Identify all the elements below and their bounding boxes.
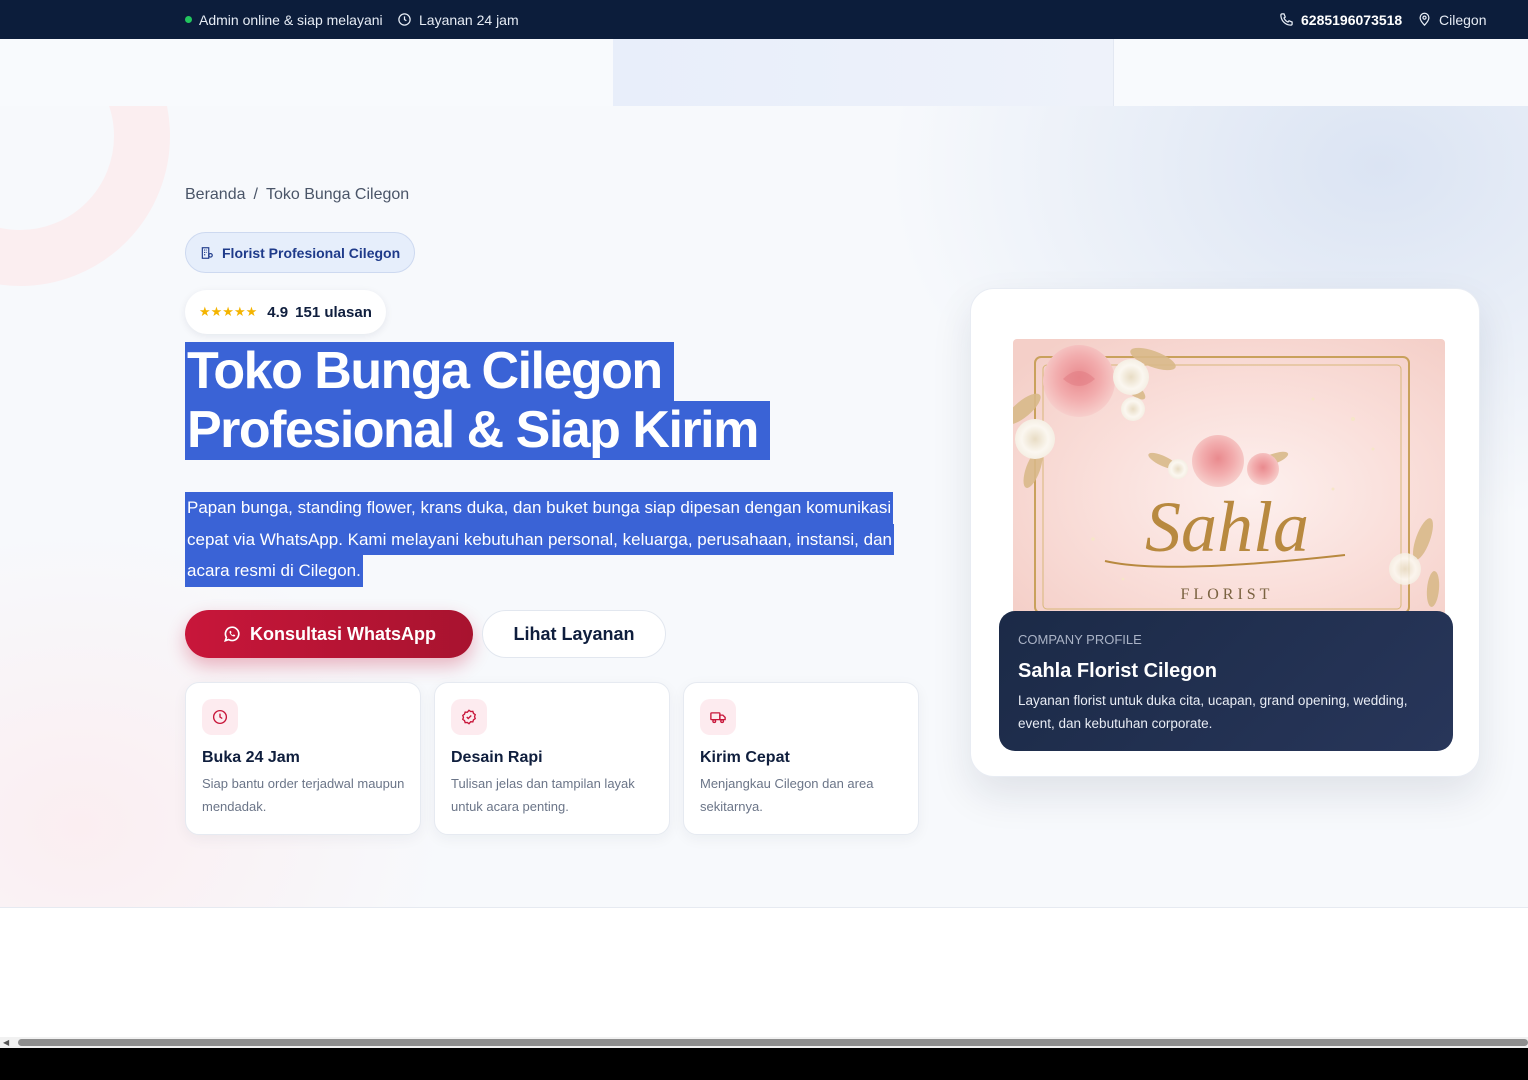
florist-tag-text: Florist Profesional Cilegon <box>222 244 401 261</box>
admin-status: Admin online & siap melayani <box>185 0 383 39</box>
service-hours-text: Layanan 24 jam <box>419 11 519 28</box>
feature-card-design: Desain Rapi Tulisan jelas dan tampilan l… <box>434 682 670 835</box>
feature-description: Siap bantu order terjadwal maupun mendad… <box>202 776 405 814</box>
feature-title: Desain Rapi <box>451 749 543 766</box>
truck-icon <box>710 712 726 724</box>
top-info-bar: Admin online & siap melayani Layanan 24 … <box>0 0 1528 39</box>
rating-badge: ★★★★★ 4.9 151 ulasan <box>185 290 386 334</box>
location: Cilegon <box>1417 0 1486 39</box>
phone-number[interactable]: 6285196073518 <box>1301 12 1402 28</box>
hero-section: Beranda / Toko Bunga Cilegon Florist Profe… <box>0 106 1528 908</box>
page-title-line: Toko Bunga Cilegon <box>185 342 674 401</box>
review-count: 151 ulasan <box>295 303 372 321</box>
hero-description: Papan bunga, standing flower, krans duka… <box>185 492 905 587</box>
profile-title: Sahla Florist Cilegon <box>1018 660 1217 682</box>
scroll-left-arrow-icon[interactable]: ◀ <box>3 1038 9 1047</box>
service-hours: Layanan 24 jam <box>397 0 519 39</box>
florist-tag-badge: Florist Profesional Cilegon <box>185 232 416 273</box>
feature-title: Buka 24 Jam <box>202 749 300 766</box>
whatsapp-consult-label: Konsultasi WhatsApp <box>249 623 436 644</box>
scrollbar-thumb[interactable] <box>18 1039 1528 1046</box>
decorative-ring <box>0 106 170 286</box>
breadcrumb-separator: / <box>253 186 258 203</box>
star-rating-icon: ★★★★★ <box>199 304 258 319</box>
profile-description: Layanan florist untuk duka cita, ucapan,… <box>1018 693 1408 731</box>
clock-icon <box>398 13 411 26</box>
feature-card-hours: Buka 24 Jam Siap bantu order terjadwal m… <box>185 682 421 835</box>
clock-icon <box>212 709 228 725</box>
system-taskbar <box>0 1048 1528 1080</box>
hero-description-line: Papan bunga, standing flower, krans duka… <box>185 492 894 524</box>
feature-description: Menjangkau Cilegon dan area sekitarnya. <box>700 776 874 814</box>
profile-kicker: COMPANY PROFILE <box>1018 632 1142 647</box>
online-dot-icon <box>185 16 192 23</box>
location-text: Cilegon <box>1439 11 1487 28</box>
horizontal-scrollbar[interactable]: ◀ <box>0 1037 1528 1048</box>
feature-icon-wrap <box>700 699 736 735</box>
breadcrumb: Beranda / Toko Bunga Cilegon <box>185 186 409 204</box>
feature-description: Tulisan jelas dan tampilan layak untuk a… <box>451 776 635 814</box>
company-profile-card: Sahla FLORIST COMPANY PROFILE Sahla Flor… <box>970 288 1480 777</box>
feature-icon-wrap <box>451 699 487 735</box>
page-title-line: Profesional & Siap Kirim <box>185 401 770 460</box>
whatsapp-consult-button[interactable]: Konsultasi WhatsApp <box>185 610 473 658</box>
check-badge-icon <box>461 709 477 725</box>
admin-status-text: Admin online & siap melayani <box>199 11 383 28</box>
feature-title: Kirim Cepat <box>700 749 790 766</box>
hero-description-line: acara resmi di Cilegon. <box>185 555 363 587</box>
phone-icon <box>1280 13 1293 26</box>
view-services-label: Lihat Layanan <box>513 623 635 644</box>
page-title: Toko Bunga Cilegon Profesional & Siap Ki… <box>185 342 770 460</box>
map-pin-icon <box>1419 12 1430 26</box>
whatsapp-icon <box>224 626 240 642</box>
feature-card-delivery: Kirim Cepat Menjangkau Cilegon dan area … <box>683 682 919 835</box>
company-profile-panel: COMPANY PROFILE Sahla Florist Cilegon La… <box>999 611 1453 751</box>
breadcrumb-home[interactable]: Beranda <box>185 186 246 203</box>
rating-score: 4.9 <box>267 303 289 321</box>
feature-icon-wrap <box>202 699 238 735</box>
phone-link[interactable]: 6285196073518 <box>1279 0 1402 39</box>
sahla-florist-logo: Sahla FLORIST <box>1013 339 1445 617</box>
logo-script-text: Sahla <box>1145 487 1309 567</box>
view-services-button[interactable]: Lihat Layanan <box>482 610 666 658</box>
hero-description-line: cepat via WhatsApp. Kami melayani kebutu… <box>185 523 894 555</box>
logo-sub-text: FLORIST <box>1181 586 1274 603</box>
breadcrumb-current: Toko Bunga Cilegon <box>265 186 410 203</box>
building-icon <box>201 246 213 259</box>
